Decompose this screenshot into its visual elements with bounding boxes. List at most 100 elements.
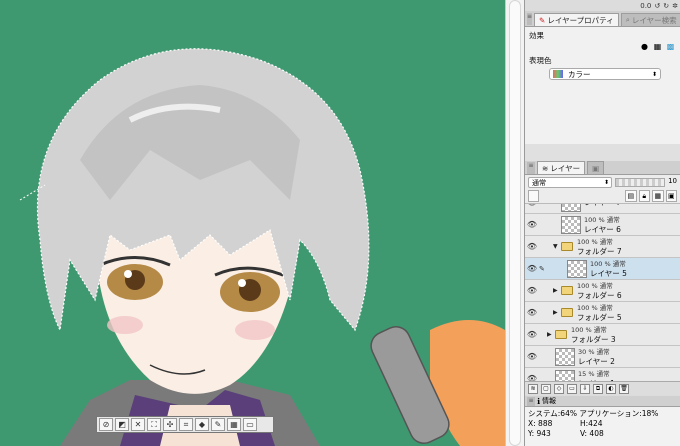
visibility-eye-icon[interactable]: 👁︎ xyxy=(525,286,539,295)
folder-icon xyxy=(561,308,573,317)
layer-tabs: ≡ ≋ レイヤー ▣ xyxy=(525,161,680,175)
visibility-eye-icon[interactable]: 👁︎ xyxy=(525,242,539,251)
layer-text: 100 % 通常 フォルダー 3 xyxy=(571,326,616,344)
scrollbar-thumb[interactable] xyxy=(509,0,521,446)
blend-mode-value: 通常 xyxy=(532,178,546,187)
effect-label: 効果 xyxy=(529,31,544,40)
tone-effect-icon[interactable]: ▦ xyxy=(652,41,663,52)
panel-handle[interactable]: ≡ xyxy=(527,396,535,406)
folder-icon xyxy=(561,242,573,251)
panel-gap xyxy=(525,144,680,161)
blend-mode-select[interactable]: 通常 ⬍ xyxy=(528,177,612,188)
copy-icon[interactable]: ⧉ xyxy=(593,383,603,394)
layer-text: レイヤー 7 xyxy=(584,204,621,207)
layer-name: レイヤー 7 xyxy=(584,204,621,207)
invert-selection-icon[interactable]: ◩ xyxy=(115,418,129,431)
rotation-value: 0.0 xyxy=(640,1,652,10)
layer-list: 👁︎ レイヤー 7 👁︎ 100 % 通常レイヤー 6 👁︎ ▼ 100 % 通常フォルダー… xyxy=(525,204,680,401)
tab-layer-property[interactable]: ✎ レイヤープロパティ xyxy=(534,13,619,26)
layer-row[interactable]: 👁︎ レイヤー 7 xyxy=(525,204,680,214)
visibility-eye-icon[interactable]: 👁︎ xyxy=(525,352,539,361)
brush-icon[interactable]: ✎ xyxy=(211,418,225,431)
drawing-canvas[interactable] xyxy=(0,0,505,446)
layer-tools: 通常 ⬍ 10 ▤ 🔒︎ ▦ ▣ xyxy=(525,175,680,204)
lock-transparent-icon[interactable]: ▦ xyxy=(652,190,664,202)
reset-rotation-icon[interactable]: ✲ xyxy=(672,2,678,10)
folder-icon xyxy=(561,286,573,295)
panel-handle[interactable]: ≡ xyxy=(527,12,533,25)
deselect-icon[interactable]: ⊘ xyxy=(99,418,113,431)
layer-name: レイヤー 2 xyxy=(578,356,615,366)
tab-layer[interactable]: ≋ レイヤー xyxy=(537,161,586,174)
layer-color-icon[interactable]: ▩ xyxy=(665,41,676,52)
reference-icon[interactable]: ▣ xyxy=(665,190,677,202)
gap-spacer xyxy=(541,190,623,202)
layer-row[interactable]: 👁︎ ▶ 100 % 通常 フォルダー 6 xyxy=(525,280,680,302)
rotate-right-icon[interactable]: ↻ xyxy=(663,2,669,10)
visibility-eye-icon[interactable]: 👁︎ xyxy=(525,308,539,317)
layer-row[interactable]: 👁︎ 30 % 通常 レイヤー 2 xyxy=(525,346,680,368)
display-color-select[interactable]: カラー ⬍ xyxy=(549,68,661,80)
cursor-y: Y: 943 xyxy=(528,429,551,438)
info-tabs: ≡ ℹ 情報 xyxy=(525,396,680,407)
scale-icon[interactable]: ✕ xyxy=(131,418,145,431)
panel-handle[interactable]: ≡ xyxy=(527,161,535,174)
layer-name: フォルダー 3 xyxy=(571,334,616,344)
new-folder-icon[interactable]: ▭ xyxy=(567,383,577,394)
edit-target-icon: ✎ xyxy=(539,264,545,273)
layer-icon[interactable]: ≋ xyxy=(528,383,538,394)
shrink-selection-icon[interactable]: ⌗ xyxy=(179,418,193,431)
mask-icon[interactable]: ◐ xyxy=(606,383,616,394)
layer-row[interactable]: 👁︎ ▼ 100 % 通常 フォルダー 7 xyxy=(525,236,680,258)
delete-icon[interactable]: 🗑︎ xyxy=(619,383,629,394)
right-panel: 0.0 ↺ ↻ ✲ ≡ ✎ レイヤープロパティ ⌕ レイヤー検索 効果 ● ▦ … xyxy=(524,0,680,446)
visibility-eye-icon[interactable]: 👁︎ xyxy=(525,330,539,339)
tab-layer-search[interactable]: ⌕ レイヤー検索 xyxy=(620,13,680,26)
merge-icon[interactable]: ⇩ xyxy=(580,383,590,394)
new-raster-icon[interactable]: ▢ xyxy=(541,383,551,394)
tab-label: レイヤー xyxy=(550,163,581,173)
tone-icon[interactable]: ▦ xyxy=(227,418,241,431)
layer-text: 100 % 通常 フォルダー 7 xyxy=(577,238,622,256)
folder-expander-icon[interactable]: ▶ xyxy=(553,287,561,294)
new-vector-icon[interactable]: ◇ xyxy=(554,383,564,394)
folder-expander-icon[interactable]: ▶ xyxy=(553,309,561,316)
layer-row[interactable]: 👁︎ ✎ 100 % 通常 レイヤー 5 xyxy=(525,258,680,280)
fill-icon[interactable]: ◆ xyxy=(195,418,209,431)
canvas-selection-toolbar: ⊘ ◩ ✕ ⛶ ✣ ⌗ ◆ ✎ ▦ ▭ xyxy=(96,416,274,433)
layer-row[interactable]: 👁︎ ▶ 100 % 通常 フォルダー 3 xyxy=(525,324,680,346)
transform-icon[interactable]: ⛶ xyxy=(147,418,161,431)
layer-name: フォルダー 7 xyxy=(577,246,622,256)
property-tabs: ≡ ✎ レイヤープロパティ ⌕ レイヤー検索 xyxy=(525,11,680,27)
layer-text: 100 % 通常 レイヤー 6 xyxy=(584,216,621,234)
layer-text: 100 % 通常 レイヤー 5 xyxy=(590,260,627,278)
menu-icon[interactable]: ▭ xyxy=(243,418,257,431)
color-v: V: 408 xyxy=(580,429,604,438)
layer-row[interactable]: 👁︎ 100 % 通常 レイヤー 6 xyxy=(525,214,680,236)
layer-mode: 100 % 通常 xyxy=(577,237,613,246)
visibility-eye-icon[interactable]: 👁︎ xyxy=(525,264,539,273)
layer-row[interactable]: 👁︎ ▶ 100 % 通常 フォルダー 5 xyxy=(525,302,680,324)
color-h: H:424 xyxy=(580,419,603,428)
layer-name: レイヤー 5 xyxy=(590,268,627,278)
visibility-eye-icon[interactable]: 👁︎ xyxy=(525,204,539,207)
layer-name: フォルダー 5 xyxy=(577,312,622,322)
rotate-left-icon[interactable]: ↺ xyxy=(654,2,660,10)
clip-icon[interactable]: ▤ xyxy=(625,190,637,202)
layer-thumbnail xyxy=(555,347,575,366)
color-swatch xyxy=(553,70,563,78)
opacity-slider[interactable] xyxy=(615,178,666,187)
tab-info[interactable]: 情報 xyxy=(542,396,556,406)
new-layer-icon[interactable] xyxy=(528,190,540,202)
layer-name: フォルダー 6 xyxy=(577,290,622,300)
visibility-eye-icon[interactable]: 👁︎ xyxy=(525,220,539,229)
expand-selection-icon[interactable]: ✣ xyxy=(163,418,177,431)
folder-expander-icon[interactable]: ▶ xyxy=(547,331,555,338)
tab-navigator[interactable]: ▣ xyxy=(587,161,605,174)
navigator-icon: ▣ xyxy=(592,163,600,173)
lock-icon[interactable]: 🔒︎ xyxy=(638,190,651,202)
tab-label: レイヤープロパティ xyxy=(547,15,614,25)
border-effect-icon[interactable]: ● xyxy=(639,41,650,52)
canvas-scrollbar[interactable] xyxy=(505,0,524,446)
folder-expander-icon[interactable]: ▼ xyxy=(553,243,561,250)
